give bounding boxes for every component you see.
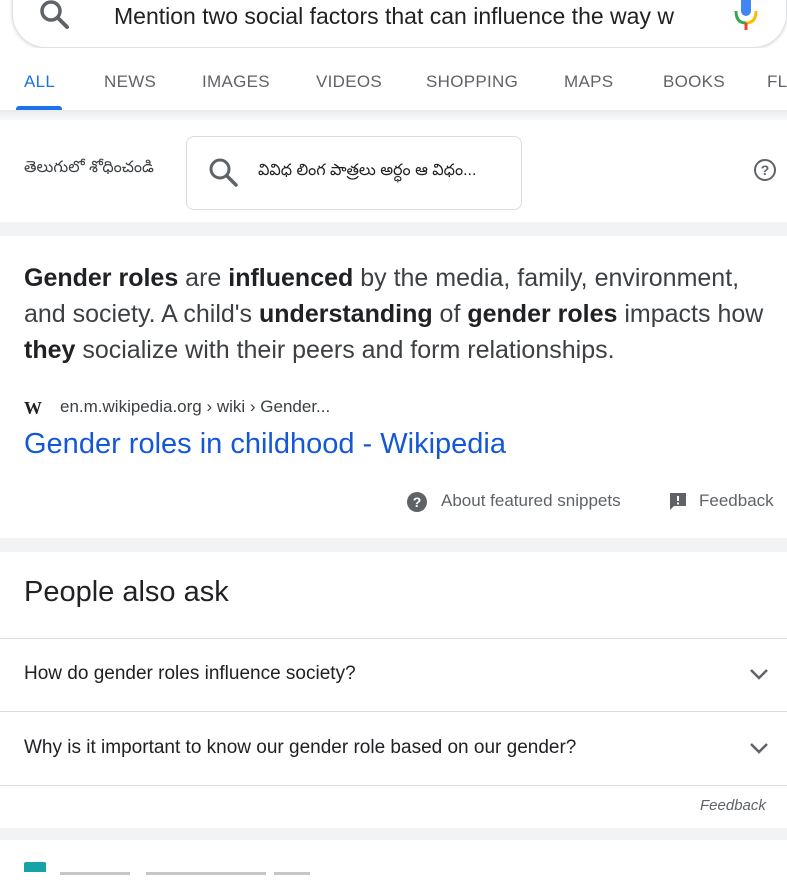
- chevron-down-icon[interactable]: [748, 737, 770, 759]
- about-featured-snippets-link[interactable]: About featured snippets: [441, 491, 621, 511]
- snippet-text: impacts how: [617, 300, 764, 328]
- next-result-url[interactable]: [60, 862, 310, 875]
- search-input[interactable]: Mention two social factors that can infl…: [114, 2, 700, 32]
- tab-bar: ALL NEWS IMAGES VIDEOS SHOPPING MAPS BOO…: [0, 48, 787, 110]
- snippet-highlight: gender roles: [467, 300, 618, 328]
- snippet-highlight: Gender roles: [24, 264, 179, 292]
- tab-all[interactable]: ALL: [24, 72, 55, 92]
- snippet-highlight: they: [24, 336, 76, 364]
- source-url[interactable]: en.m.wikipedia.org › wiki › Gender...: [60, 397, 330, 417]
- snippet-text: are: [178, 264, 229, 292]
- paa-question[interactable]: Why is it important to know our gender r…: [24, 737, 576, 759]
- section-separator: [0, 828, 787, 840]
- mic-icon[interactable]: [732, 0, 760, 32]
- wikipedia-logo-icon: W: [24, 398, 42, 418]
- tab-news[interactable]: NEWS: [104, 72, 156, 92]
- paa-feedback-link[interactable]: Feedback: [700, 797, 766, 814]
- snippet-text: of: [432, 300, 468, 328]
- section-separator: [0, 222, 787, 236]
- question-circle-icon[interactable]: ?: [406, 491, 428, 513]
- snippet-text: socialize with their peers and form rela…: [75, 336, 615, 364]
- feedback-icon[interactable]: [668, 491, 688, 511]
- section-separator: [0, 538, 787, 552]
- help-icon[interactable]: ?: [753, 158, 777, 182]
- divider: [0, 638, 787, 639]
- telugu-query-text[interactable]: వివిధ లింగ పాత్రలు అర్ధం ఆ విధం...: [258, 161, 508, 183]
- svg-text:?: ?: [413, 494, 422, 510]
- paa-question[interactable]: How do gender roles influence society?: [24, 663, 356, 685]
- search-icon[interactable]: [38, 0, 72, 34]
- tab-videos[interactable]: VIDEOS: [316, 72, 382, 92]
- people-also-ask-heading: People also ask: [24, 576, 229, 608]
- svg-text:?: ?: [761, 162, 770, 178]
- divider: [0, 711, 787, 712]
- tab-flights[interactable]: FL: [767, 72, 787, 92]
- tab-maps[interactable]: MAPS: [564, 72, 613, 92]
- tab-shopping[interactable]: SHOPPING: [426, 72, 518, 92]
- featured-snippet-text: Gender roles are influenced by the media…: [24, 260, 776, 368]
- snippet-highlight: influenced: [228, 264, 354, 292]
- tab-books[interactable]: BOOKS: [663, 72, 725, 92]
- divider: [0, 785, 787, 786]
- search-icon: [206, 156, 240, 190]
- snippet-highlight: understanding: [259, 300, 433, 328]
- chevron-down-icon[interactable]: [748, 663, 770, 685]
- tabs-shadow: [0, 110, 787, 120]
- result-title-link[interactable]: Gender roles in childhood - Wikipedia: [24, 428, 506, 461]
- telugu-search-label: తెలుగులో శోధించండి: [24, 159, 154, 176]
- tab-images[interactable]: IMAGES: [202, 72, 270, 92]
- site-favicon-icon: [24, 862, 46, 872]
- feedback-link[interactable]: Feedback: [699, 491, 774, 511]
